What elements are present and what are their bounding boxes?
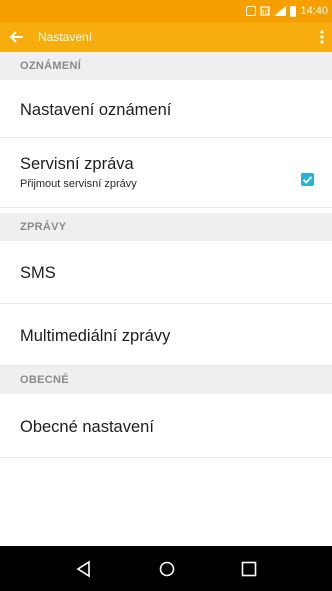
battery-icon: [290, 5, 297, 17]
settings-item-sms[interactable]: SMS: [0, 241, 332, 304]
app-bar: Nastavení: [0, 22, 332, 52]
page-title: Nastavení: [38, 30, 93, 44]
settings-item-general-settings[interactable]: Obecné nastavení: [0, 394, 332, 458]
clock: 14:40: [300, 5, 328, 17]
settings-item-notification-settings[interactable]: Nastavení oznámení: [0, 80, 332, 138]
section-header-messages: ZPRÁVY: [0, 213, 332, 242]
settings-item-service-message[interactable]: Servisní zpráva Přijmout servisní zprávy: [0, 138, 332, 208]
nfc-icon: [246, 6, 257, 16]
section-header-label: OBECNÉ: [20, 374, 69, 386]
service-message-checkbox[interactable]: [301, 173, 314, 186]
sim-icon: 4G: [260, 6, 271, 16]
section-header-label: ZPRÁVY: [20, 221, 67, 233]
back-triangle-icon[interactable]: [74, 559, 94, 579]
svg-text:4G: 4G: [261, 9, 270, 16]
item-title: SMS: [20, 264, 56, 282]
status-icons: 4G 14:40: [246, 4, 328, 18]
signal-icon: [274, 6, 287, 16]
section-header-general: OBECNÉ: [0, 366, 332, 395]
status-bar: 4G 14:40: [0, 0, 332, 22]
recents-square-icon[interactable]: [239, 559, 259, 579]
item-title: Multimediální zprávy: [20, 327, 171, 345]
item-subtitle: Přijmout servisní zprávy: [20, 178, 137, 190]
item-title: Nastavení oznámení: [20, 101, 172, 119]
section-header-label: OZNÁMENÍ: [20, 60, 82, 72]
check-icon: [302, 176, 313, 184]
more-vert-icon[interactable]: [318, 28, 326, 46]
section-header-notifications: OZNÁMENÍ: [0, 52, 332, 81]
item-title: Servisní zpráva: [20, 155, 134, 173]
navigation-bar: [0, 546, 332, 591]
home-circle-icon[interactable]: [157, 559, 177, 579]
settings-item-mms[interactable]: Multimediální zprávy: [0, 304, 332, 366]
item-title: Obecné nastavení: [20, 418, 154, 436]
back-arrow-icon[interactable]: [8, 28, 26, 46]
